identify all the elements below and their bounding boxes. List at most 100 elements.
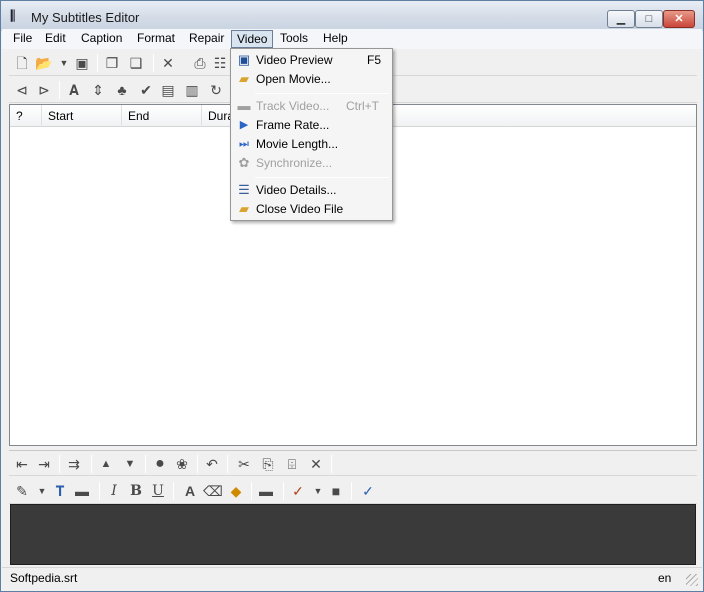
menu-item-label: Frame Rate... bbox=[256, 118, 330, 132]
font-size-icon[interactable]: 𝐀 bbox=[65, 81, 83, 99]
menu-repair[interactable]: Repair bbox=[184, 30, 229, 48]
menu-bar: File Edit Caption Format Repair Video To… bbox=[2, 29, 702, 49]
delete-caption-icon[interactable]: ✕ bbox=[307, 455, 325, 473]
menu-file[interactable]: File bbox=[8, 30, 37, 48]
menu-edit[interactable]: Edit bbox=[40, 30, 71, 48]
toolbar-separator bbox=[331, 455, 332, 473]
menu-video[interactable]: Video bbox=[231, 30, 274, 48]
column-header-start[interactable]: Start bbox=[42, 105, 122, 127]
toolbar-separator bbox=[227, 455, 228, 473]
delete-icon[interactable]: ✕ bbox=[159, 54, 177, 72]
status-language: en bbox=[658, 571, 672, 585]
resize-grip[interactable] bbox=[686, 574, 698, 586]
underline-icon[interactable]: U bbox=[149, 482, 167, 500]
caption-text-editor[interactable] bbox=[10, 504, 696, 565]
paste-icon[interactable]: ⌹ bbox=[283, 455, 301, 473]
edit-text-icon[interactable]: ✎ bbox=[13, 482, 31, 500]
caption-box-icon[interactable]: ▬ bbox=[73, 482, 91, 500]
open-dropdown-icon[interactable]: ▼ bbox=[55, 54, 73, 72]
edit-toolbar: ⇤ ⇥ ⇉ ▲ ▼ ● ❀ ↶ ✂ ⎘ ⌹ ✕ bbox=[9, 450, 697, 476]
close-folder-icon: ▰ bbox=[239, 201, 249, 216]
toolbar-separator bbox=[91, 455, 92, 473]
split-left-icon[interactable]: ⊲ bbox=[13, 81, 31, 99]
menu-item-label: Track Video... bbox=[256, 99, 330, 113]
effects-icon[interactable]: ♣ bbox=[113, 81, 131, 99]
merge-icon[interactable]: ⇉ bbox=[65, 455, 83, 473]
app-window: 𝄃 My Subtitles Editor ▁ □ ✕ File Edit Ca… bbox=[0, 0, 704, 592]
font-color-icon[interactable]: A bbox=[181, 482, 199, 500]
new-file-icon[interactable]: 🗋 bbox=[13, 54, 31, 72]
spellcheck-icon[interactable]: ✓ bbox=[289, 482, 307, 500]
window-title: My Subtitles Editor bbox=[31, 10, 140, 25]
menu-item-movie-length[interactable]: ⏭ Movie Length... bbox=[233, 135, 390, 154]
move-down-icon[interactable]: ▼ bbox=[121, 455, 139, 473]
toolbar-separator bbox=[99, 482, 100, 500]
spellcheck-dropdown-icon[interactable]: ▼ bbox=[309, 482, 327, 500]
save-icon[interactable]: ▣ bbox=[73, 54, 91, 72]
menu-item-label: Synchronize... bbox=[256, 156, 333, 170]
toolbar-separator bbox=[145, 455, 146, 473]
speech-bubble-icon[interactable]: ▬ bbox=[257, 482, 275, 500]
menu-separator bbox=[255, 177, 389, 178]
cut-icon[interactable]: ✂ bbox=[235, 455, 253, 473]
menu-tools[interactable]: Tools bbox=[275, 30, 313, 48]
caption-icon[interactable]: ▤ bbox=[159, 81, 177, 99]
menu-item-video-details[interactable]: ☰ Video Details... bbox=[233, 181, 390, 200]
menu-format[interactable]: Format bbox=[132, 30, 180, 48]
menu-item-track-video[interactable]: ▬ Track Video... Ctrl+T bbox=[233, 97, 390, 116]
toolbar-separator bbox=[153, 54, 154, 72]
column-header-end[interactable]: End bbox=[122, 105, 202, 127]
skip-end-icon: ⏭ bbox=[239, 138, 249, 150]
menu-item-open-movie[interactable]: ▰ Open Movie... bbox=[233, 70, 390, 89]
toolbar-separator bbox=[283, 482, 284, 500]
warning-icon[interactable]: ◆ bbox=[227, 482, 245, 500]
book-icon[interactable]: ▥ bbox=[183, 81, 201, 99]
eraser-icon[interactable]: ⌫ bbox=[203, 482, 223, 500]
menu-item-synchronize[interactable]: ✿ Synchronize... bbox=[233, 154, 390, 173]
italic-icon[interactable]: I bbox=[105, 482, 123, 500]
close-window-button[interactable]: ✕ bbox=[663, 10, 695, 28]
document-icon: ☰ bbox=[238, 182, 250, 197]
menu-item-video-preview[interactable]: ▣ Video Preview F5 bbox=[233, 51, 390, 70]
format-toolbar: ✎ ▼ 𝐓 ▬ I B U A ⌫ ◆ ▬ ✓ ▼ ■ ✓ bbox=[9, 478, 697, 504]
insert-before-icon[interactable]: ⇤ bbox=[13, 455, 31, 473]
column-header-flag[interactable]: ? bbox=[10, 105, 42, 127]
edit-dropdown-icon[interactable]: ▼ bbox=[33, 482, 51, 500]
video-preview-icon: ▣ bbox=[237, 52, 251, 67]
menu-separator bbox=[255, 93, 389, 94]
menu-item-label: Video Details... bbox=[256, 183, 337, 197]
print-icon[interactable]: ⎙ bbox=[191, 54, 209, 72]
split-right-icon[interactable]: ⊳ bbox=[35, 81, 53, 99]
stop-icon[interactable]: ■ bbox=[327, 482, 345, 500]
menu-help[interactable]: Help bbox=[318, 30, 353, 48]
title-bar: 𝄃 My Subtitles Editor ▁ □ ✕ bbox=[1, 1, 703, 31]
app-logo-icon: 𝄃 bbox=[11, 7, 15, 25]
bold-icon[interactable]: B bbox=[127, 482, 145, 500]
undo-icon[interactable]: ↶ bbox=[203, 455, 221, 473]
rotate-icon[interactable]: ↻ bbox=[207, 81, 225, 99]
menu-item-frame-rate[interactable]: ▶ Frame Rate... bbox=[233, 116, 390, 135]
minimize-button[interactable]: ▁ bbox=[607, 10, 635, 28]
menu-item-label: Close Video File bbox=[256, 202, 344, 216]
copy-icon[interactable]: ⎘ bbox=[259, 455, 277, 473]
check-icon[interactable]: ✔ bbox=[137, 81, 155, 99]
copy-file-icon[interactable]: ❐ bbox=[103, 54, 121, 72]
menu-caption[interactable]: Caption bbox=[76, 30, 127, 48]
insert-after-icon[interactable]: ⇥ bbox=[35, 455, 53, 473]
record-icon[interactable]: ● bbox=[151, 455, 169, 473]
toolbar-separator bbox=[59, 81, 60, 99]
open-folder-icon[interactable]: 📂 bbox=[35, 54, 53, 72]
maximize-button[interactable]: □ bbox=[635, 10, 663, 28]
chart-edit-icon[interactable]: ✓ bbox=[359, 482, 377, 500]
effects-brush-icon[interactable]: ❀ bbox=[173, 455, 191, 473]
status-bar: Softpedia.srt en bbox=[2, 567, 702, 589]
move-up-icon[interactable]: ▲ bbox=[97, 455, 115, 473]
toolbar-separator bbox=[197, 455, 198, 473]
find-icon[interactable]: ☷ bbox=[211, 54, 229, 72]
line-spacing-icon[interactable]: ⇕ bbox=[89, 81, 107, 99]
text-box-icon[interactable]: 𝐓 bbox=[51, 482, 69, 500]
paste-file-icon[interactable]: ❑ bbox=[127, 54, 145, 72]
toolbar-separator bbox=[97, 54, 98, 72]
menu-item-close-video-file[interactable]: ▰ Close Video File bbox=[233, 200, 390, 219]
menu-item-shortcut: F5 bbox=[367, 53, 382, 67]
